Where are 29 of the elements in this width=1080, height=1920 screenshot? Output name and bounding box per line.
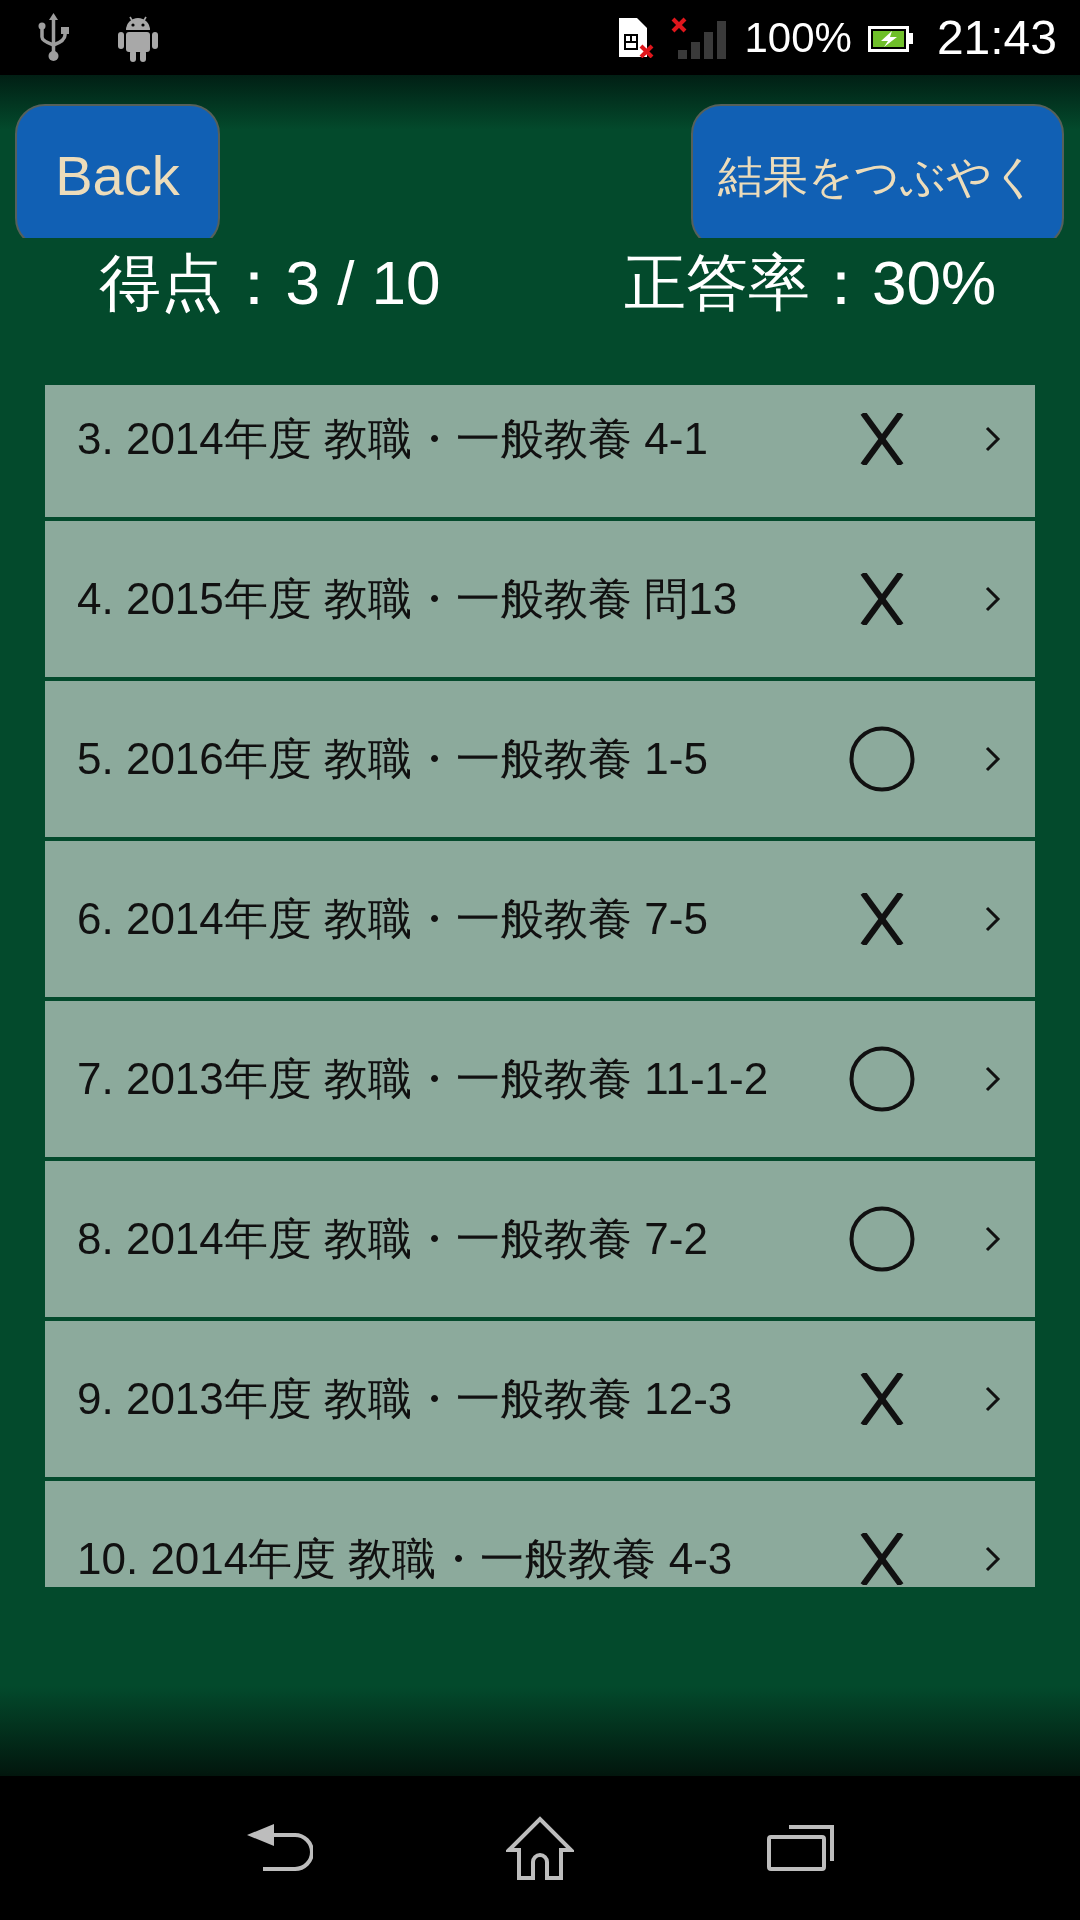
chevron-right-icon: [985, 1546, 1001, 1572]
battery-charging-icon: [867, 23, 913, 52]
no-signal-icon: [671, 16, 729, 59]
result-list-item[interactable]: 9. 2013年度 教職・一般教養 12-3: [45, 1321, 1035, 1477]
result-list-item[interactable]: 4. 2015年度 教職・一般教養 問13: [45, 521, 1035, 677]
usb-icon: [38, 13, 69, 62]
result-list-item[interactable]: 6. 2014年度 教職・一般教養 7-5: [45, 841, 1035, 997]
chevron-right-icon: [985, 746, 1001, 772]
chevron-right-icon: [985, 426, 1001, 452]
result-list-item[interactable]: 8. 2014年度 教職・一般教養 7-2: [45, 1161, 1035, 1317]
chevron-right-icon: [985, 1226, 1001, 1252]
battery-percentage: 100%: [744, 16, 852, 59]
result-list-item[interactable]: 5. 2016年度 教職・一般教養 1-5: [45, 681, 1035, 837]
chevron-right-icon: [985, 586, 1001, 612]
result-list-item[interactable]: 3. 2014年度 教職・一般教養 4-1: [45, 385, 1035, 517]
chevron-right-icon: [985, 906, 1001, 932]
status-time: 21:43: [936, 13, 1057, 62]
score-text: 得点：3 / 10: [99, 252, 441, 314]
result-list-item[interactable]: 10. 2014年度 教職・一般教養 4-3: [45, 1481, 1035, 1587]
back-button[interactable]: Back: [15, 104, 220, 238]
chevron-right-icon: [985, 1066, 1001, 1092]
back-icon[interactable]: [246, 1824, 313, 1872]
chevron-right-icon: [985, 1386, 1001, 1412]
share-results-button[interactable]: 結果をつぶやく: [691, 104, 1064, 238]
home-icon[interactable]: [505, 1816, 574, 1880]
accuracy-text: 正答率：30%: [623, 252, 997, 314]
result-list-item[interactable]: 7. 2013年度 教職・一般教養 11-1-2: [45, 1001, 1035, 1157]
recent-apps-icon[interactable]: [766, 1825, 834, 1871]
sim-card-error-icon: [617, 17, 656, 58]
